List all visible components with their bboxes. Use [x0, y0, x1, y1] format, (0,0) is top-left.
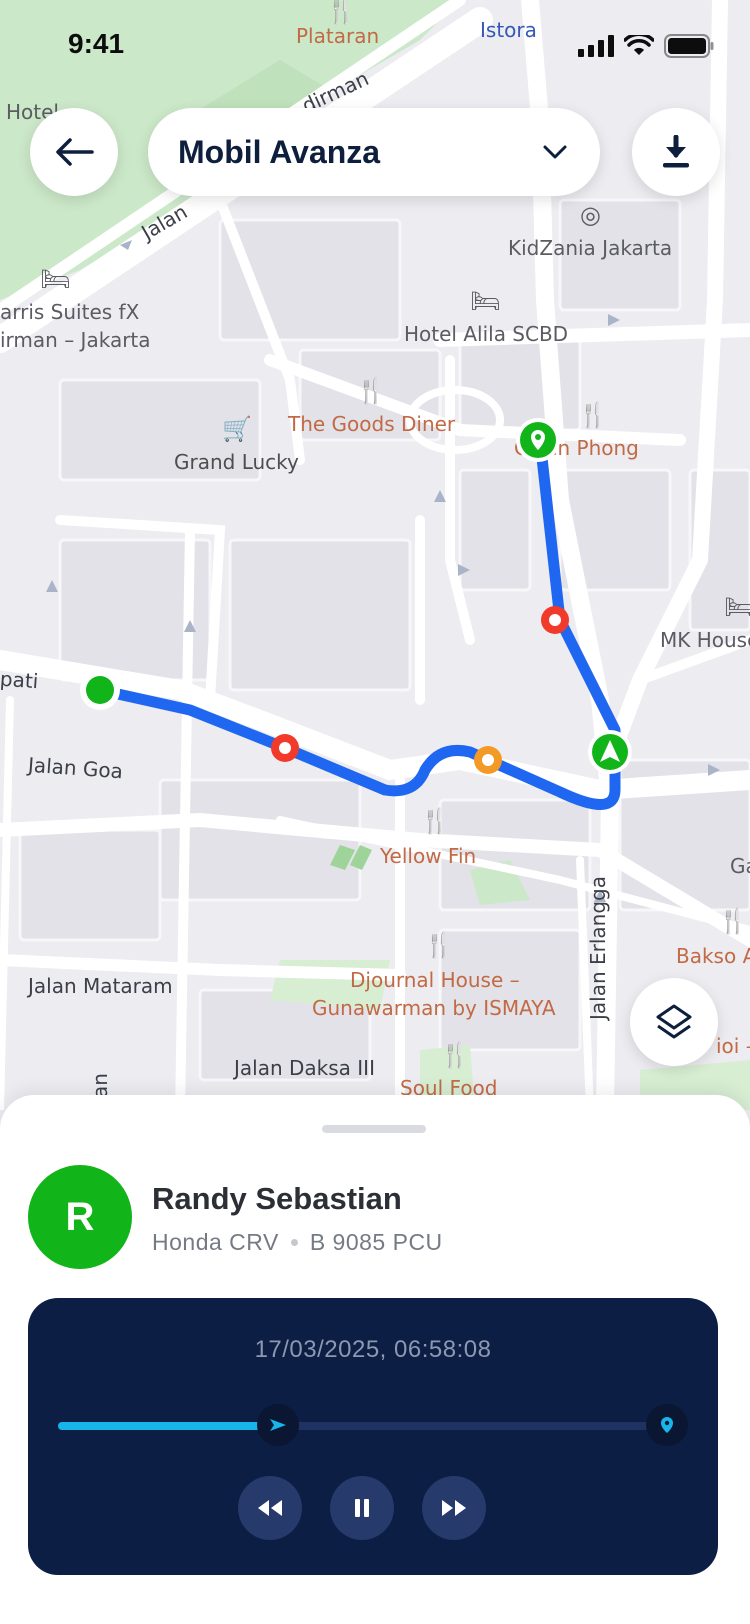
navigation-arrow-icon [270, 1419, 287, 1431]
vehicle-select-value: Mobil Avanza [178, 133, 381, 170]
back-button[interactable] [30, 108, 118, 196]
poi-djournal-2[interactable]: Gunawarman by ISMAYA [312, 996, 556, 1020]
fast-forward-button[interactable] [422, 1476, 486, 1540]
status-bar: 9:41 [0, 0, 750, 90]
poi-bioi[interactable]: ioi – [716, 1034, 750, 1058]
bottom-sheet: R Randy Sebastian Honda CRV B 9085 PCU 1… [0, 1095, 750, 1624]
hotel-icon: 🛏 [470, 288, 501, 315]
vehicle-model: Honda CRV [152, 1229, 279, 1255]
restaurant-icon: 🍴 [420, 808, 450, 835]
layers-icon [656, 1004, 692, 1039]
playback-track[interactable] [58, 1422, 670, 1430]
restaurant-icon: 🍴 [718, 908, 748, 935]
road-pati: pati [0, 666, 40, 694]
restaurant-icon: 🍴 [356, 378, 386, 405]
poi-alila[interactable]: Hotel Alila SCBD [404, 322, 568, 346]
ferris-wheel-icon: ◎ [580, 202, 601, 229]
playback-progress [58, 1422, 279, 1430]
poi-goods-diner[interactable]: The Goods Diner [288, 412, 455, 436]
restaurant-icon: 🍴 [578, 402, 608, 429]
poi-ga[interactable]: Ga [730, 854, 750, 878]
restaurant-icon: 🍴 [424, 932, 454, 959]
poi-grand-lucky[interactable]: Grand Lucky [174, 450, 299, 474]
restaurant-icon: 🍴 [440, 1042, 470, 1069]
poi-harris[interactable]: arris Suites fX [0, 300, 139, 324]
fast-forward-icon [442, 1500, 466, 1516]
pause-button[interactable] [330, 1476, 394, 1540]
chevron-down-icon [543, 145, 567, 159]
poi-mk-house[interactable]: MK House [660, 628, 750, 652]
download-button[interactable] [632, 108, 720, 196]
arrow-left-icon [56, 138, 94, 166]
avatar: R [28, 1165, 132, 1269]
pause-icon [355, 1499, 369, 1517]
vehicle-plate: B 9085 PCU [309, 1229, 443, 1255]
status-time: 9:41 [68, 28, 125, 59]
avatar-initial: R [65, 1194, 95, 1239]
poi-chicken-phong[interactable]: C ken Phong [514, 436, 639, 460]
layers-button[interactable] [630, 978, 718, 1066]
hotel-icon: 🛏 [40, 266, 71, 293]
poi-kidzania[interactable]: KidZania Jakarta [508, 236, 672, 260]
road-jalan-daksa: Jalan Daksa III [234, 1056, 375, 1080]
poi-harris-2[interactable]: irman – Jakarta [0, 328, 151, 352]
poi-djournal[interactable]: Djournal House – [350, 968, 520, 992]
driver-name: Randy Sebastian [152, 1181, 402, 1216]
hotel-icon: 🛏 [724, 594, 750, 621]
playback-panel: 17/03/2025, 06:58:08 [28, 1298, 718, 1575]
cart-icon: 🛒 [222, 416, 252, 443]
signal-icon [578, 35, 614, 57]
sheet-drag-handle[interactable] [322, 1125, 426, 1133]
battery-icon [664, 34, 714, 58]
playback-scrubber[interactable] [257, 1404, 300, 1446]
separator-dot [290, 1239, 298, 1246]
download-icon [663, 135, 689, 168]
location-pin-icon [661, 1417, 673, 1433]
poi-yellow-fin[interactable]: Yellow Fin [380, 844, 476, 868]
playback-end-marker [646, 1404, 688, 1446]
wifi-icon [624, 35, 654, 55]
playback-timestamp: 17/03/2025, 06:58:08 [254, 1336, 492, 1363]
poi-bakso[interactable]: Bakso A [676, 944, 750, 968]
road-jalan-mataram: Jalan Mataram [28, 974, 173, 998]
vehicle-select[interactable]: Mobil Avanza [148, 108, 600, 196]
rewind-button[interactable] [238, 1476, 302, 1540]
rewind-icon [258, 1500, 282, 1516]
vehicle-info: Honda CRV B 9085 PCU [152, 1229, 443, 1256]
road-jalan-erlangga: Jalan Erlangga [586, 876, 610, 1020]
